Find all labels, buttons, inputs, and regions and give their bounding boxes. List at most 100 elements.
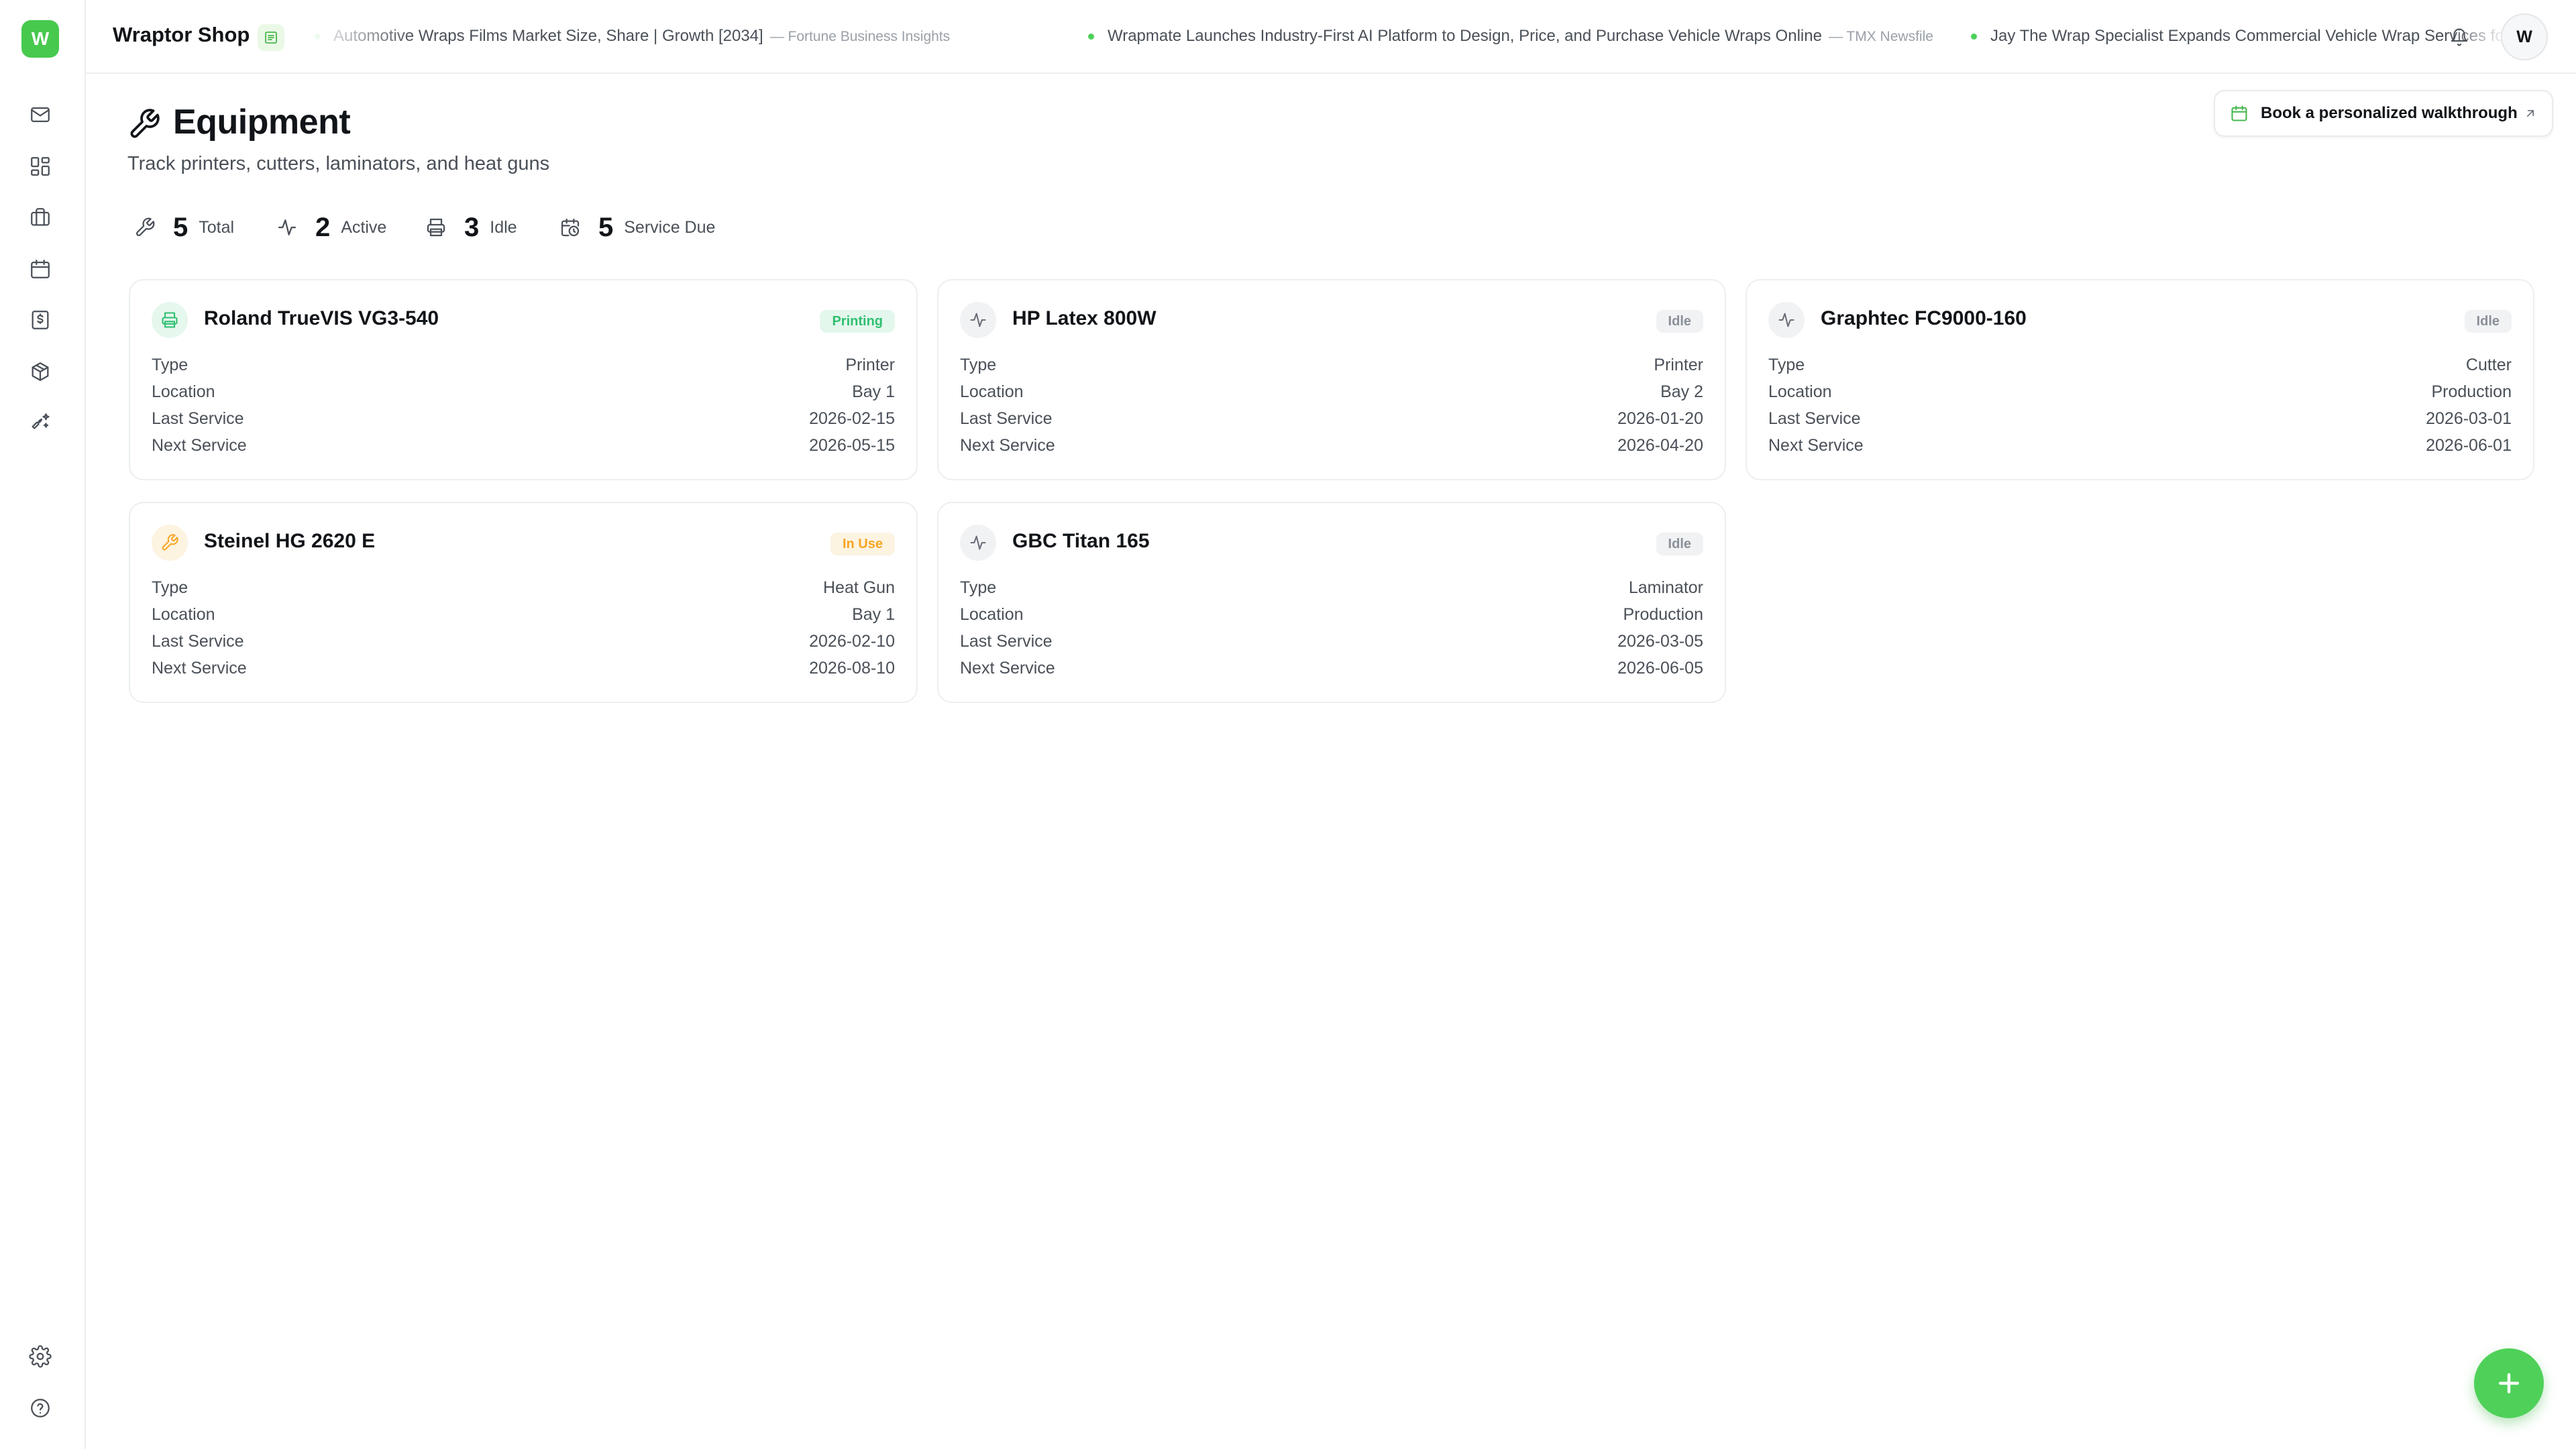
field-label: Location [152, 382, 215, 401]
stat-active: 2 Active [276, 211, 386, 244]
page-subtitle: Track printers, cutters, laminators, and… [127, 153, 550, 174]
notes-icon[interactable] [258, 24, 284, 51]
sidebar: W [0, 0, 86, 1449]
field-value: Production [1623, 604, 1703, 624]
activity-icon [278, 219, 297, 235]
plus-icon [2498, 1373, 2520, 1394]
status-badge: Printing [820, 310, 895, 333]
stat-label: Active [341, 217, 387, 237]
printer-icon [427, 218, 445, 237]
field-label: Last Service [152, 631, 244, 651]
field-label: Next Service [152, 435, 247, 455]
field-value: Bay 1 [852, 382, 895, 401]
field-row: Next Service 2026-05-15 [152, 433, 895, 458]
equipment-card[interactable]: GBC Titan 165 Idle Type Laminator Locatio… [937, 502, 1726, 703]
calendar-icon [2231, 105, 2247, 121]
field-value: 2026-06-01 [2426, 435, 2512, 455]
sidebar-item-calendar[interactable] [21, 250, 59, 288]
sidebar-item-help[interactable] [21, 1389, 59, 1427]
field-label: Location [152, 604, 215, 624]
status-badge: Idle [2464, 310, 2512, 333]
equipment-name: Roland TrueVIS VG3-540 [204, 307, 439, 329]
field-label: Next Service [152, 658, 247, 678]
field-value: Bay 1 [852, 604, 895, 624]
stat-value: 2 [315, 212, 331, 242]
ticker-fade-left [307, 24, 415, 51]
field-label: Type [1768, 355, 1805, 374]
ticker-source: — Fortune Business Insights [769, 29, 951, 44]
field-row: Type Printer [960, 353, 1703, 377]
bell-icon [2451, 28, 2468, 46]
equipment-name: Steinel HG 2620 E [204, 530, 376, 552]
sidebar-item-invoices[interactable] [21, 301, 59, 339]
ticker-dot [1971, 34, 1977, 40]
stat-idle: 3 Idle [425, 211, 517, 244]
equipment-card[interactable]: Steinel HG 2620 E In Use Type Heat Gun Lo… [129, 502, 918, 703]
status-badge: Idle [1656, 533, 1703, 555]
equipment-name: Graphtec FC9000-160 [1821, 307, 2027, 329]
ticker-dot [1088, 34, 1094, 40]
status-badge: Idle [1656, 310, 1703, 333]
equipment-name: HP Latex 800W [1012, 307, 1157, 329]
sparkle-wrench-icon [32, 413, 50, 429]
field-row: Location Bay 1 [152, 602, 895, 627]
ticker-item[interactable]: Wrapmate Launches Industry-First AI Plat… [1088, 27, 1933, 46]
wrench-icon [136, 217, 155, 237]
sidebar-item-settings[interactable] [21, 1338, 59, 1375]
field-value: 2026-01-20 [1617, 409, 1703, 428]
field-row: Next Service 2026-08-10 [152, 656, 895, 680]
field-value: Bay 2 [1660, 382, 1703, 401]
equipment-card[interactable]: Graphtec FC9000-160 Idle Type Cutter Loca… [1746, 279, 2534, 480]
field-label: Next Service [1768, 435, 1864, 455]
field-row: Location Bay 2 [960, 380, 1703, 404]
activity-icon [1768, 302, 1805, 338]
field-value: 2026-06-05 [1617, 658, 1703, 678]
stat-label: Service Due [624, 217, 716, 237]
field-label: Next Service [960, 658, 1055, 678]
sidebar-item-inventory[interactable] [21, 353, 59, 390]
sidebar-item-dashboard[interactable] [21, 148, 59, 185]
field-label: Type [960, 355, 997, 374]
field-row: Type Laminator [960, 576, 1703, 600]
field-label: Type [152, 355, 189, 374]
field-row: Last Service 2026-02-15 [152, 407, 895, 431]
field-value: Production [2431, 382, 2512, 401]
sidebar-item-jobs[interactable] [21, 199, 59, 236]
equipment-card[interactable]: HP Latex 800W Idle Type Printer Location B… [937, 279, 1726, 480]
field-row: Last Service 2026-01-20 [960, 407, 1703, 431]
help-icon [31, 1399, 50, 1417]
app-logo[interactable]: W [21, 20, 59, 58]
field-row: Location Production [1768, 380, 2512, 404]
sidebar-item-inbox[interactable] [21, 96, 59, 133]
sidebar-item-equipment[interactable] [21, 404, 59, 441]
field-value: 2026-05-15 [809, 435, 895, 455]
book-walkthrough-button[interactable]: Book a personalized walkthrough [2214, 90, 2553, 137]
field-value: 2026-04-20 [1617, 435, 1703, 455]
avatar[interactable]: W [2501, 13, 2548, 60]
notifications-button[interactable] [2445, 23, 2474, 52]
ticker-source: — TMX Newsfile [1828, 29, 1933, 44]
briefcase-icon [31, 208, 50, 226]
app-title: Wraptor Shop [113, 23, 250, 46]
field-row: Location Bay 1 [152, 380, 895, 404]
field-row: Type Printer [152, 353, 895, 377]
field-label: Next Service [960, 435, 1055, 455]
page-title: Equipment [173, 103, 351, 142]
equipment-card[interactable]: Roland TrueVIS VG3-540 Printing Type Prin… [129, 279, 918, 480]
field-label: Last Service [1768, 409, 1861, 428]
field-label: Type [960, 578, 997, 597]
invoice-icon [32, 311, 49, 329]
add-equipment-button[interactable] [2474, 1348, 2544, 1418]
status-badge: In Use [830, 533, 895, 555]
stat-total: 5 Total [134, 211, 234, 244]
printer-icon [152, 302, 188, 338]
calendar-icon [31, 260, 50, 278]
ticker-headline: Jay The Wrap Specialist Expands Commerci… [1990, 27, 2508, 45]
top-bar: Wraptor Shop Automotive Wraps Films Mark… [86, 0, 2576, 74]
field-value: Laminator [1628, 578, 1703, 597]
field-value: 2026-08-10 [809, 658, 895, 678]
field-value: Printer [845, 355, 895, 374]
ticker-item[interactable]: Jay The Wrap Specialist Expands Commerci… [1971, 27, 2508, 46]
dashboard-icon [31, 157, 50, 176]
field-label: Location [960, 382, 1024, 401]
